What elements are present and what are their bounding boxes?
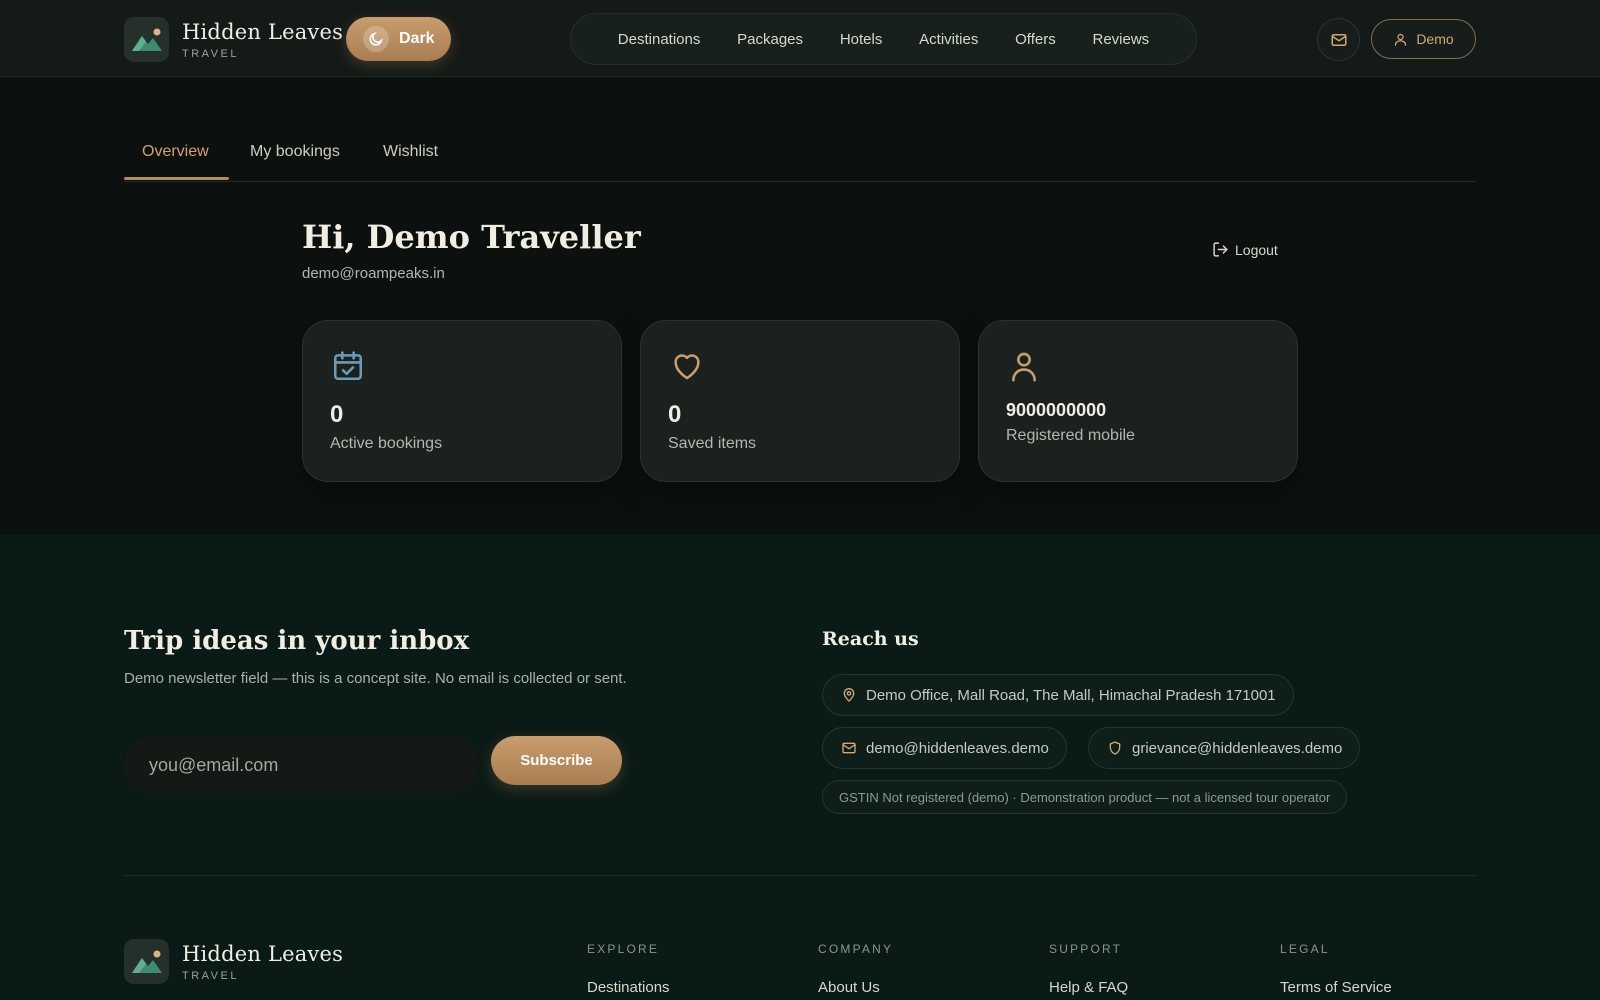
address-pill: Demo Office, Mall Road, The Mall, Himach… [822,674,1294,716]
brand-tagline: TRAVEL [182,48,239,60]
nav-packages[interactable]: Packages [737,31,803,48]
account-tabs: Overview My bookings Wishlist [124,132,1476,182]
legal-note-text: GSTIN Not registered (demo) · Demonstrat… [839,789,1331,805]
stat-value: 0 [668,401,682,428]
user-icon [1395,33,1407,46]
tab-wishlist[interactable]: Wishlist [383,143,438,161]
footer-heading-explore: EXPLORE [587,942,660,956]
nav-hotels[interactable]: Hotels [840,31,883,48]
tab-overview[interactable]: Overview [142,143,209,161]
heart-icon [669,349,705,388]
stat-card-registered-mobile: 9000000000 Registered mobile [978,320,1298,482]
mountain-logo-icon [124,17,169,62]
grievance-email-text: grievance@hiddenleaves.demo [1132,739,1343,757]
footer-brand[interactable]: Hidden Leaves TRAVEL [124,939,343,984]
nav-destinations[interactable]: Destinations [618,31,701,48]
legal-note-pill: GSTIN Not registered (demo) · Demonstrat… [822,780,1348,814]
stat-label: Active bookings [330,435,443,452]
footer-heading-company: COMPANY [818,942,894,956]
reach-us-title: Reach us [822,628,919,650]
theme-toggle-button[interactable]: Dark [346,17,451,61]
active-tab-indicator [124,177,229,180]
tab-my-bookings[interactable]: My bookings [250,143,340,161]
newsletter-title: Trip ideas in your inbox [124,626,470,656]
main-nav: Destinations Packages Hotels Activities … [570,13,1197,65]
contact-mail-button[interactable] [1317,18,1360,61]
stat-card-saved-items[interactable]: 0 Saved items [640,320,960,482]
brand-logo-link[interactable]: Hidden Leaves TRAVEL [124,17,343,62]
stat-card-active-bookings[interactable]: 0 Active bookings [302,320,622,482]
account-label: Demo [1416,31,1454,47]
theme-toggle-label: Dark [399,30,435,47]
footer-brand-name: Hidden Leaves [182,942,344,966]
footer-link-terms[interactable]: Terms of Service [1280,979,1392,996]
footer-link-about[interactable]: About Us [818,979,880,996]
account-email: demo@roampeaks.in [302,265,445,282]
grievance-email-pill[interactable]: grievance@hiddenleaves.demo [1088,727,1361,769]
logout-label: Logout [1235,241,1278,258]
subscribe-button[interactable]: Subscribe [491,736,622,785]
newsletter-email-input[interactable] [124,736,479,794]
stat-label: Registered mobile [1006,427,1135,444]
stat-value: 0 [330,401,344,428]
mountain-logo-icon [124,939,169,984]
footer-link-destinations[interactable]: Destinations [587,979,670,996]
mail-icon [1331,33,1346,46]
moon-icon [363,26,389,52]
nav-offers[interactable]: Offers [1015,31,1056,48]
footer-divider [124,875,1476,876]
logout-button[interactable]: Logout [1212,241,1278,258]
brand-name: Hidden Leaves [182,20,344,44]
logout-icon [1213,242,1228,257]
calendar-check-icon [331,349,365,388]
address-text: Demo Office, Mall Road, The Mall, Himach… [866,686,1276,704]
nav-reviews[interactable]: Reviews [1093,31,1150,48]
nav-activities[interactable]: Activities [919,31,978,48]
email-pill[interactable]: demo@hiddenleaves.demo [822,727,1067,769]
footer-heading-support: SUPPORT [1049,942,1123,956]
contact-email-text: demo@hiddenleaves.demo [866,739,1049,757]
site-footer: Trip ideas in your inbox Demo newsletter… [0,535,1600,1000]
user-icon [1007,349,1041,388]
stat-label: Saved items [668,435,757,452]
newsletter-description: Demo newsletter field — this is a concep… [124,670,627,687]
map-pin-icon [843,688,855,702]
stat-value: 9000000000 [1006,400,1107,420]
site-header: Hidden Leaves TRAVEL Dark Destinations P… [0,0,1600,77]
footer-link-help[interactable]: Help & FAQ [1049,979,1128,996]
footer-heading-legal: LEGAL [1280,942,1330,956]
account-button[interactable]: Demo [1371,19,1476,59]
shield-icon [1109,741,1121,755]
footer-brand-tagline: TRAVEL [182,970,239,982]
page-title: Hi, Demo Traveller [302,218,641,256]
mail-icon [842,742,856,754]
